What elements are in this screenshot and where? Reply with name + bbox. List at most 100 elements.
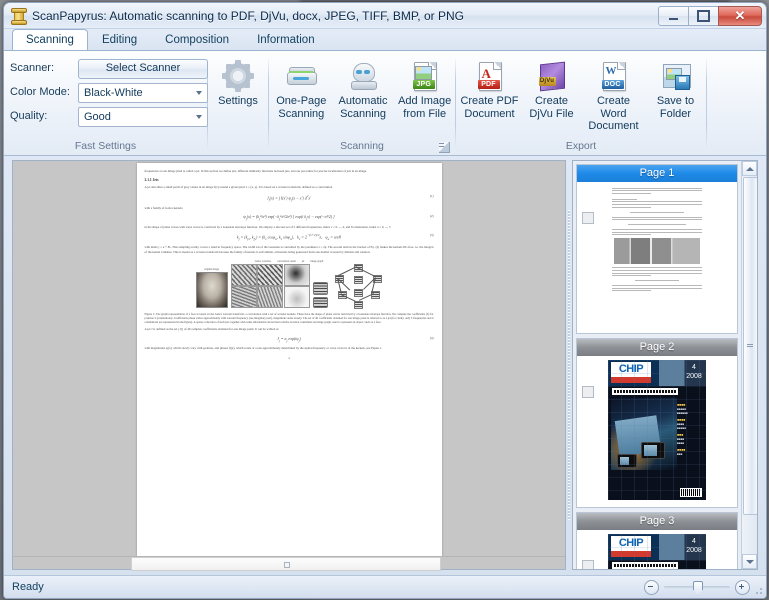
tab-editing[interactable]: Editing	[88, 29, 151, 50]
create-word-document-button[interactable]: W DOC Create Word Document	[583, 57, 644, 134]
automatic-scanning-button[interactable]: Automatic Scanning	[333, 57, 394, 121]
figure-label-image-graph: image graph	[310, 259, 324, 263]
save-to-folder-button[interactable]: Save to Folder	[645, 57, 706, 121]
quality-label: Quality:	[10, 110, 48, 122]
viewer-horizontal-scroll-thumb[interactable]	[131, 557, 441, 571]
status-bar: Ready	[4, 575, 766, 598]
doc-file-icon: W DOC	[598, 60, 630, 92]
thumbnail-page-3-body: CHIP 4 2008	[577, 530, 737, 569]
save-to-folder-label-line1: Save to	[656, 95, 695, 107]
djvu-file-icon: DjVu	[536, 60, 568, 92]
scroll-down-button[interactable]	[742, 554, 757, 569]
create-word-label-line2: Document	[588, 120, 639, 132]
thumbnail-page-3-image: CHIP 4 2008	[608, 534, 706, 569]
create-djvu-label-line1: Create	[534, 95, 569, 107]
doc-paragraph: with magnitudes aj(x), which slowly vary…	[144, 346, 383, 351]
create-pdf-document-button[interactable]: A PDF Create PDF Document	[459, 57, 520, 121]
create-djvu-file-button[interactable]: DjVu Create DjVu File	[521, 57, 582, 121]
chip-issue: 4 2008	[685, 363, 703, 383]
color-mode-select[interactable]: Black-White	[78, 83, 208, 103]
group-separator	[706, 57, 707, 149]
select-scanner-button[interactable]: Select Scanner	[78, 59, 208, 79]
doc-paragraph: A jet describes a small patch of grey va…	[144, 185, 333, 190]
equation-number: (4)	[430, 335, 434, 340]
thumbnail-page-1[interactable]: Page 1	[576, 164, 738, 334]
equation-number: (3)	[430, 233, 434, 238]
one-page-scanning-label-line2: Scanning	[278, 107, 325, 120]
add-image-label-line1: Add Image	[398, 95, 452, 107]
group-label-scanning: Scanning	[340, 140, 384, 152]
chevron-down-icon	[196, 115, 202, 119]
equation-number: (2)	[430, 214, 434, 219]
one-page-scanning-label-line1: One-Page	[276, 95, 327, 107]
close-button[interactable]: ✕	[718, 5, 762, 26]
color-mode-label: Color Mode:	[10, 86, 70, 98]
document-viewer[interactable]: frequencies at one image pixel is called…	[12, 160, 566, 571]
viewer-canvas[interactable]: frequencies at one image pixel is called…	[13, 161, 565, 556]
figure-panels: original image	[145, 263, 434, 310]
doc-page-number: 4	[288, 355, 290, 360]
thumbnail-page-1-body	[577, 182, 737, 333]
doc-section-heading: 2.1.1 Jets	[144, 178, 159, 183]
thumbnails-scroll-thumb[interactable]	[743, 177, 757, 515]
thumbnail-page-2-checkbox[interactable]	[582, 386, 594, 398]
splitter-grip-icon	[568, 210, 570, 520]
chip-side-text: ■■■■ ■■■■■ ■■■■■■ ■■■■ ■■■■ ■■■■■ ■■■ ■■■■ ■■■…	[677, 403, 688, 456]
thumbnail-page-1-image	[608, 186, 706, 293]
doc-paragraph: frequencies at one image pixel is called…	[144, 169, 367, 173]
figure-label-original-image: original image	[203, 268, 220, 272]
zoom-slider-thumb[interactable]	[693, 580, 703, 596]
figure-label-convolution-result: convolution result	[276, 259, 296, 263]
ribbon-group-export: A PDF Create PDF Document DjVu Create Dj…	[456, 51, 706, 155]
chip-logo: CHIP	[611, 362, 651, 377]
add-image-label-line2: from File	[403, 107, 447, 120]
thumbnail-page-2-image: CHIP 4 2008 ■■■■ ■■■■■ ■■■■■■ ■■■■ ■■■■ …	[608, 360, 706, 500]
chip-issue: 4 2008	[685, 537, 703, 557]
figure-label-gabor-wavelets: Gabor wavelets	[254, 259, 271, 263]
window-resize-grip[interactable]	[752, 584, 764, 596]
thumbnail-page-1-checkbox[interactable]	[582, 212, 594, 224]
equation-number: (1)	[430, 193, 434, 198]
zoom-slider-track[interactable]	[664, 580, 730, 596]
zoom-in-button[interactable]	[735, 579, 750, 595]
maximize-button[interactable]	[688, 5, 719, 26]
scanner-icon	[285, 60, 318, 92]
chip-issue-year: 2008	[686, 373, 702, 380]
status-message: Ready	[12, 581, 44, 593]
group-label-settings	[208, 152, 268, 155]
doc-equation: Jj(x) = ∫ I(x′) ψj(x − x′) d2x′ (1)	[266, 193, 434, 202]
one-page-scanning-button[interactable]: One-Page Scanning	[271, 57, 332, 121]
thumbnail-page-3[interactable]: Page 3 CHIP 4 2008	[576, 512, 738, 569]
tab-scanning[interactable]: Scanning	[12, 29, 88, 50]
minimize-button[interactable]	[658, 5, 689, 26]
doc-paragraph: in the shape of plane waves with wave ve…	[144, 224, 392, 229]
figure-image-graph	[331, 264, 383, 310]
tab-information[interactable]: Information	[243, 29, 329, 50]
automatic-scanning-label-line2: Scanning	[340, 107, 386, 120]
quality-select[interactable]: Good	[78, 107, 208, 127]
tab-composition[interactable]: Composition	[151, 29, 243, 50]
papyrus-scroll-icon	[10, 7, 27, 25]
thumbnails-vertical-scrollbar[interactable]	[741, 161, 757, 569]
thumbnail-page-3-checkbox[interactable]	[582, 560, 594, 569]
thumbnail-page-2[interactable]: Page 2 CHIP 4 2008 ■■■■ ■■■■■ ■■■■■■ ■■■…	[576, 338, 738, 508]
viewer-horizontal-scrollbar[interactable]	[13, 556, 565, 571]
doc-paragraph: A jet J is defined as the set {Jj} of 40…	[144, 327, 279, 332]
add-image-from-file-button[interactable]: JPG Add Image from File	[394, 57, 455, 121]
page-thumbnails-list: Page 1 Page 2 CHIP 4 2008 ■■■■ ■■■■■ ■■■…	[573, 161, 741, 569]
thumbnail-page-2-title: Page 2	[577, 339, 737, 356]
scanned-page-preview: frequencies at one image pixel is called…	[136, 163, 442, 556]
triangle-up-icon	[745, 166, 754, 171]
create-word-label-line1: Create Word	[596, 95, 631, 120]
scanning-dialog-launcher[interactable]	[439, 142, 450, 153]
ribbon-tab-strip: Scanning Editing Composition Information	[4, 29, 766, 50]
save-to-folder-label-line2: Folder	[659, 107, 692, 120]
window-title: ScanPapyrus: Automatic scanning to PDF, …	[32, 8, 464, 23]
settings-button[interactable]: Settings	[208, 57, 268, 109]
thumbnail-page-2-body: CHIP 4 2008 ■■■■ ■■■■■ ■■■■■■ ■■■■ ■■■■ …	[577, 356, 737, 507]
figure-caption: Figure 1: The graph representation of a …	[144, 312, 434, 325]
scroll-up-button[interactable]	[742, 161, 757, 176]
page-thumbnails-panel: Page 1 Page 2 CHIP 4 2008 ■■■■ ■■■■■ ■■■…	[572, 160, 758, 570]
maximize-icon	[697, 9, 710, 22]
zoom-out-button[interactable]	[644, 579, 659, 595]
